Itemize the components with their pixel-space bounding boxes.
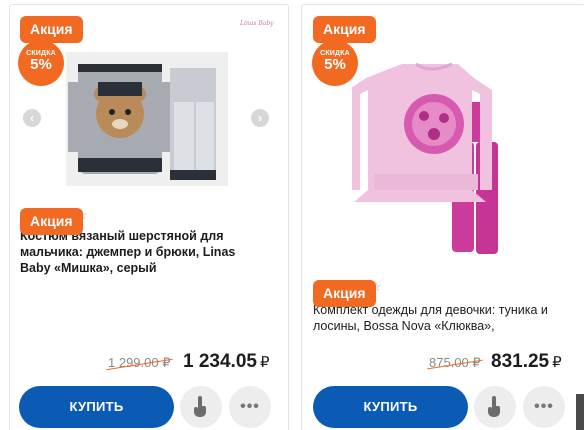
discount-value: 5% <box>30 56 52 73</box>
carousel-prev-button[interactable]: ‹ <box>23 109 41 127</box>
product-title[interactable]: Костюм вязаный шерстяной для мальчика: д… <box>20 228 280 276</box>
product-title-line: мальчика: джемпер и брюки, Linas <box>20 245 236 259</box>
promo-badge: Акция <box>20 208 83 235</box>
buy-button[interactable]: КУПИТЬ <box>313 386 468 428</box>
promo-badge: Акция <box>313 280 376 307</box>
more-options-button[interactable]: ••• <box>229 386 271 428</box>
product-title-line: лосины, Bossa Nova «Клюква», <box>313 319 495 333</box>
hand-pointer-icon <box>194 396 206 417</box>
current-price: 1 234.05 ₽ <box>183 351 270 373</box>
carousel-next-button[interactable]: › <box>251 109 269 127</box>
product-image[interactable] <box>352 56 528 262</box>
promo-badge: Акция <box>20 16 83 43</box>
more-dots-icon: ••• <box>240 398 260 415</box>
scrollbar-thumb[interactable] <box>576 394 584 430</box>
current-price-value: 1 234.05 <box>183 351 257 372</box>
old-price: 1 299.00 ₽ <box>108 355 171 370</box>
product-title-line: Baby «Мишка», серый <box>20 261 157 275</box>
currency-sign: ₽ <box>259 354 270 371</box>
quick-buy-button[interactable] <box>474 386 516 428</box>
discount-badge: СКИДКА 5% <box>312 40 358 86</box>
discount-badge: СКИДКА 5% <box>18 40 64 86</box>
currency-sign: ₽ <box>552 354 562 371</box>
current-price-value: 831.25 <box>491 351 550 372</box>
current-price: 831.25 ₽ <box>491 351 562 373</box>
old-price: 875.00 ₽ <box>429 355 481 370</box>
hand-pointer-icon <box>488 396 500 417</box>
quick-buy-button[interactable] <box>180 386 222 428</box>
product-image[interactable] <box>66 52 228 186</box>
discount-value: 5% <box>324 56 346 73</box>
promo-badge: Акция <box>313 16 376 43</box>
brand-logo: Linas Baby <box>240 20 274 27</box>
more-dots-icon: ••• <box>534 398 554 415</box>
more-options-button[interactable]: ••• <box>523 386 565 428</box>
buy-button[interactable]: КУПИТЬ <box>19 386 174 428</box>
